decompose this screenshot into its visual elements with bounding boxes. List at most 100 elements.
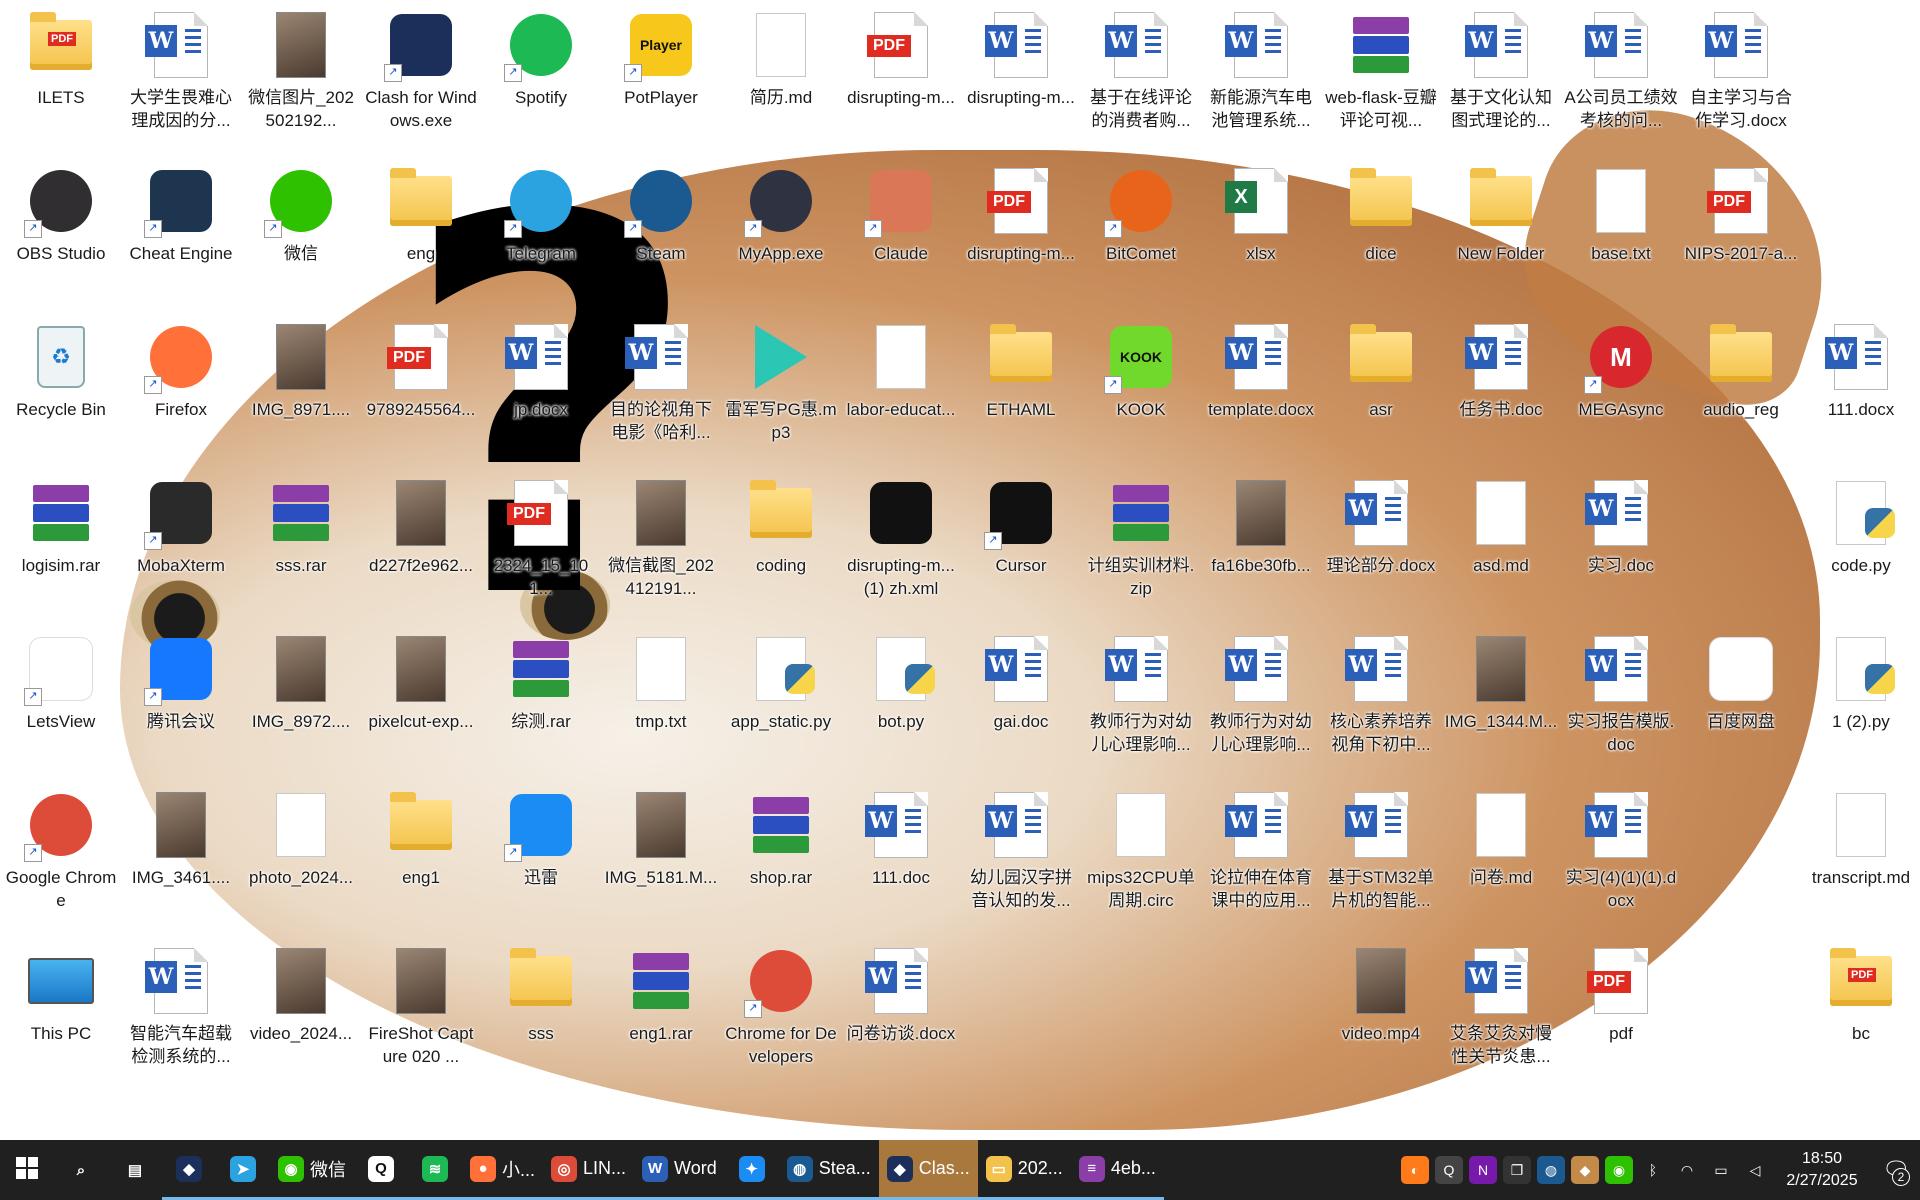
desktop-icon[interactable]: KOOK ↗ KOOK bbox=[1082, 316, 1200, 421]
desktop-icon[interactable]: logisim.rar bbox=[2, 472, 120, 577]
desktop-icon[interactable]: labor-educat... bbox=[842, 316, 960, 421]
desktop-icon[interactable]: 综测.rar bbox=[482, 628, 600, 733]
desktop-icon[interactable]: pixelcut-exp... bbox=[362, 628, 480, 733]
taskbar-item[interactable]: ◎ LIN... bbox=[543, 1140, 635, 1200]
desktop-icon[interactable]: PDF NIPS-2017-a... bbox=[1682, 160, 1800, 265]
taskbar-item[interactable]: W Word bbox=[634, 1140, 725, 1200]
desktop-icon[interactable]: 计组实训材料.zip bbox=[1082, 472, 1200, 600]
desktop-icon[interactable]: eng1.rar bbox=[602, 940, 720, 1045]
onenote-icon[interactable]: N bbox=[1469, 1156, 1497, 1184]
desktop-icon[interactable]: PDF bc bbox=[1802, 940, 1920, 1045]
desktop-icon[interactable]: eng bbox=[362, 160, 480, 265]
taskbar-item[interactable]: Q bbox=[354, 1140, 408, 1200]
battery-icon[interactable]: ▭ bbox=[1707, 1156, 1735, 1184]
desktop-icon[interactable]: asd.md bbox=[1442, 472, 1560, 577]
desktop-icon[interactable]: ↗ Chrome for Developers bbox=[722, 940, 840, 1068]
desktop-icon[interactable]: 微信截图_202412191... bbox=[602, 472, 720, 600]
bluetooth-icon[interactable]: ᛒ bbox=[1639, 1156, 1667, 1184]
desktop-icon[interactable]: transcript.md bbox=[1802, 784, 1920, 889]
desktop-icon[interactable]: W 教师行为对幼儿心理影响... bbox=[1082, 628, 1200, 756]
desktop-icon[interactable]: FireShot Capture 020 ... bbox=[362, 940, 480, 1068]
desktop-icon[interactable]: W 基于文化认知图式理论的... bbox=[1442, 4, 1560, 132]
desktop-icon[interactable]: mips32CPU单周期.circ bbox=[1082, 784, 1200, 912]
desktop-icon[interactable]: IMG_3461.... bbox=[122, 784, 240, 889]
desktop-icon[interactable]: W 实习(4)(1)(1).docx bbox=[1562, 784, 1680, 912]
desktop-icon[interactable]: PDF disrupting-m... bbox=[842, 4, 960, 109]
desktop-icon[interactable]: Wgai.doc bbox=[962, 628, 1080, 733]
desktop-icon[interactable]: ↗ BitComet bbox=[1082, 160, 1200, 265]
start-button[interactable] bbox=[0, 1140, 54, 1200]
desktop-icon[interactable]: W 111.docx bbox=[1802, 316, 1920, 421]
desktop-icon[interactable]: ↗ Spotify bbox=[482, 4, 600, 109]
desktop-icon[interactable]: W 教师行为对幼儿心理影响... bbox=[1202, 628, 1320, 756]
desktop-icon[interactable]: This PC bbox=[2, 940, 120, 1045]
taskbar-item[interactable]: ⌕ bbox=[54, 1140, 108, 1200]
desktop-icon[interactable]: eng1 bbox=[362, 784, 480, 889]
desktop-icon[interactable]: W 智能汽车超载检测系统的... bbox=[122, 940, 240, 1068]
desktop-icon[interactable]: New Folder bbox=[1442, 160, 1560, 265]
desktop-icon[interactable]: ↗ 腾讯会议 bbox=[122, 628, 240, 733]
taskbar-item[interactable]: ◆ bbox=[162, 1140, 216, 1200]
desktop-icon[interactable]: PDF ILETS bbox=[2, 4, 120, 109]
desktop-icon[interactable]: W 自主学习与合作学习.docx bbox=[1682, 4, 1800, 132]
desktop-icon[interactable]: ↗ Clash for Windows.exe bbox=[362, 4, 480, 132]
clock[interactable]: 18:50 2/27/2025 bbox=[1772, 1148, 1872, 1192]
taskbar-item[interactable]: ✦ bbox=[724, 1140, 779, 1200]
desktop-icon[interactable]: 问卷.md bbox=[1442, 784, 1560, 889]
desktop-icon[interactable]: W 实习报告模版.doc bbox=[1562, 628, 1680, 756]
desktop-icon[interactable]: ↗ 微信 bbox=[242, 160, 360, 265]
desktop-icon[interactable]: disrupting-m...(1) zh.xml bbox=[842, 472, 960, 600]
desktop-icon[interactable]: ↗ MyApp.exe bbox=[722, 160, 840, 265]
desktop-icon[interactable]: video_2024... bbox=[242, 940, 360, 1045]
desktop-icon[interactable]: Wdisrupting-m... bbox=[962, 4, 1080, 109]
desktop-icon[interactable]: fa16be30fb... bbox=[1202, 472, 1320, 577]
desktop-icon[interactable]: PDF disrupting-m... bbox=[962, 160, 1080, 265]
desktop-icon[interactable]: ↗ Cursor bbox=[962, 472, 1080, 577]
desktop-icon[interactable]: tmp.txt bbox=[602, 628, 720, 733]
desktop-icon[interactable]: W 111.doc bbox=[842, 784, 960, 889]
desktop-icon[interactable]: ♻ Recycle Bin bbox=[2, 316, 120, 421]
taskbar-item[interactable]: ▭ 202... bbox=[977, 1140, 1071, 1200]
desktop-icon[interactable]: PDF pdf bbox=[1562, 940, 1680, 1045]
desktop-icon[interactable]: PDF 2324_15_101... bbox=[482, 472, 600, 600]
desktop-icon[interactable]: IMG_5181.M... bbox=[602, 784, 720, 889]
taskbar-item[interactable]: ● 小... bbox=[462, 1140, 544, 1200]
desktop-icon[interactable]: sss.rar bbox=[242, 472, 360, 577]
taskbar-item[interactable]: ≋ bbox=[408, 1140, 462, 1200]
desktop-icon[interactable]: 简历.md bbox=[722, 4, 840, 109]
desktop-icon[interactable]: Player ↗ PotPlayer bbox=[602, 4, 720, 109]
desktop-icon[interactable]: ↗ 迅雷 bbox=[482, 784, 600, 889]
taskbar-item[interactable]: ➤ bbox=[216, 1140, 270, 1200]
desktop-icon[interactable]: W 基于在线评论的消费者购... bbox=[1082, 4, 1200, 132]
desktop-icon[interactable]: ↗ Firefox bbox=[122, 316, 240, 421]
desktop-icon[interactable]: W 论拉伸在体育课中的应用... bbox=[1202, 784, 1320, 912]
desktop-icon[interactable]: Wjp.docx bbox=[482, 316, 600, 421]
desktop[interactable]: ? PDF ILETS W 大学生畏难心理成因的分... 微信图片_202502192.… bbox=[0, 0, 1920, 1140]
desktop-icon[interactable]: ↗ Google Chrome bbox=[2, 784, 120, 912]
desktop-icon[interactable]: asr bbox=[1322, 316, 1440, 421]
desktop-icon[interactable]: ↗ Telegram bbox=[482, 160, 600, 265]
desktop-icon[interactable]: ↗ Steam bbox=[602, 160, 720, 265]
desktop-icon[interactable]: W 理论部分.docx bbox=[1322, 472, 1440, 577]
desktop-icon[interactable]: d227f2e962... bbox=[362, 472, 480, 577]
tray-app-icon[interactable]: ◐ bbox=[1401, 1156, 1429, 1184]
desktop-icon[interactable]: 微信图片_202502192... bbox=[242, 4, 360, 132]
desktop-icon[interactable]: video.mp4 bbox=[1322, 940, 1440, 1045]
desktop-icon[interactable]: W 艾条艾灸对慢性关节炎患... bbox=[1442, 940, 1560, 1068]
desktop-icon[interactable]: ↗ LetsView bbox=[2, 628, 120, 733]
desktop-icon[interactable]: W 实习.doc bbox=[1562, 472, 1680, 577]
desktop-icon[interactable]: W 目的论视角下电影《哈利... bbox=[602, 316, 720, 444]
qq-tray-icon[interactable]: Q bbox=[1435, 1156, 1463, 1184]
desktop-icon[interactable]: shop.rar bbox=[722, 784, 840, 889]
desktop-icon[interactable]: W 问卷访谈.docx bbox=[842, 940, 960, 1045]
taskbar-item[interactable]: ◉ 微信 bbox=[270, 1140, 354, 1200]
taskbar-item[interactable]: ◆ Clas... bbox=[878, 1140, 978, 1200]
desktop-icon[interactable]: ↗ Claude bbox=[842, 160, 960, 265]
desktop-icon[interactable]: W 大学生畏难心理成因的分... bbox=[122, 4, 240, 132]
desktop-icon[interactable]: sss bbox=[482, 940, 600, 1045]
desktop-icon[interactable]: Wtemplate.docx bbox=[1202, 316, 1320, 421]
desktop-icon[interactable]: W 核心素养培养视角下初中... bbox=[1322, 628, 1440, 756]
wifi-icon[interactable]: ◠ bbox=[1673, 1156, 1701, 1184]
desktop-icon[interactable]: ETHAML bbox=[962, 316, 1080, 421]
desktop-icon[interactable]: W 幼儿园汉字拼音认知的发... bbox=[962, 784, 1080, 912]
